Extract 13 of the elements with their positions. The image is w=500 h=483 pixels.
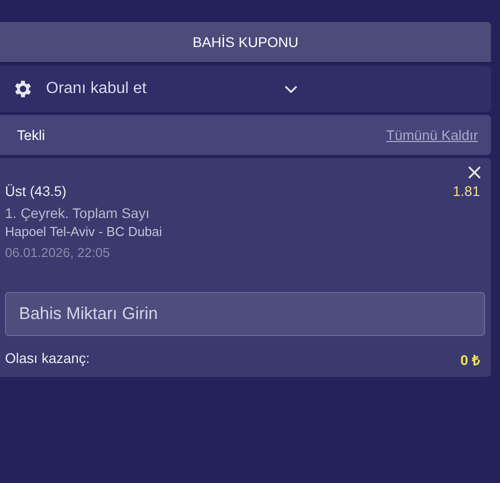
stake-input-field[interactable]: Bahis Miktarı Girin bbox=[5, 292, 485, 336]
potential-win-value: 0 ₺ bbox=[460, 351, 480, 369]
bet-type-label: Tekli bbox=[17, 127, 46, 143]
potential-win-label: Olası kazanç: bbox=[5, 350, 90, 368]
pick-label: Üst (43.5) bbox=[5, 183, 66, 199]
close-icon[interactable] bbox=[466, 164, 483, 181]
match-name: Hapoel Tel-Aviv - BC Dubai bbox=[5, 224, 164, 239]
slip-title: BAHİS KUPONU bbox=[0, 22, 491, 63]
odds-value: 1.81 bbox=[452, 183, 481, 199]
settings-icon bbox=[12, 78, 34, 100]
remove-all-link[interactable]: Tümünü Kaldır bbox=[386, 127, 478, 143]
market-name: 1. Çeyrek. Toplam Sayı bbox=[5, 205, 150, 221]
match-datetime: 06.01.2026, 22:05 bbox=[5, 245, 111, 260]
